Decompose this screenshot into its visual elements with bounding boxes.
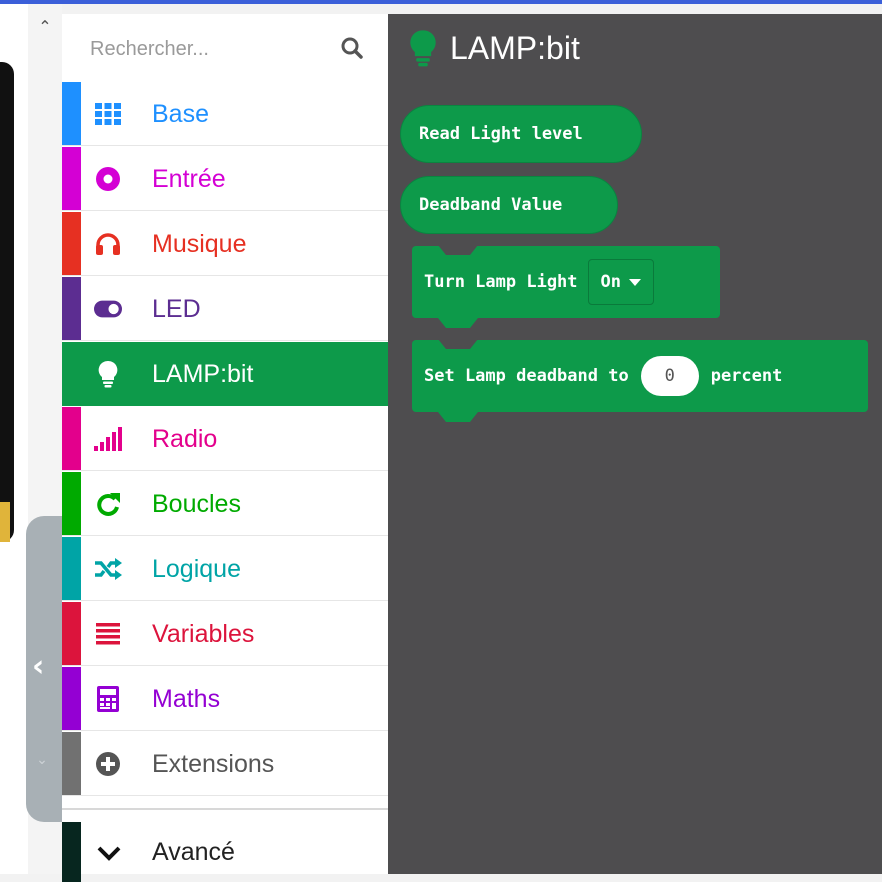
turn-lamp-light-block[interactable]: Turn Lamp Light On [412, 245, 720, 328]
block-label: Turn Lamp Light [424, 272, 578, 292]
block-notch-top [438, 339, 478, 349]
search-icon[interactable] [340, 36, 364, 60]
category-color-bar [62, 472, 81, 535]
category-color-bar [62, 822, 81, 882]
scroll-up-icon[interactable]: ⌃ [36, 18, 54, 36]
block-notch-bottom [438, 412, 478, 422]
block-suffix-label: percent [710, 366, 783, 386]
category-label: Musique [152, 230, 247, 258]
flyout-header: LAMP:bit [408, 26, 580, 70]
category-color-bar [62, 147, 81, 210]
record-icon [94, 165, 122, 193]
plus-circle-icon [94, 750, 122, 778]
toolbox: Base Entrée Musique LED [62, 14, 388, 882]
simulator-device-edge [0, 62, 14, 542]
top-accent-line [0, 0, 882, 4]
category-color-bar [62, 277, 81, 340]
toolbox-category-maths[interactable]: Maths [62, 667, 388, 731]
calculator-icon [94, 685, 122, 713]
category-color-bar [62, 407, 81, 470]
grid-icon [94, 100, 122, 128]
category-label: Entrée [152, 165, 226, 193]
search-input[interactable] [88, 32, 322, 66]
block-notch-bottom [438, 318, 478, 328]
toggle-icon [94, 295, 122, 323]
toolbox-scrollbar[interactable]: ⌃ ‹ ⌄ [26, 4, 62, 874]
simulator-panel-edge [0, 4, 28, 874]
caret-down-icon [629, 278, 642, 286]
toolbox-category-radio[interactable]: Radio [62, 407, 388, 471]
toolbox-search [62, 14, 388, 82]
category-color-bar [62, 667, 81, 730]
block-label: Read Light level [419, 124, 583, 144]
category-label: Boucles [152, 490, 241, 518]
category-label: Maths [152, 685, 221, 713]
read-light-level-block[interactable]: Read Light level [400, 105, 642, 163]
lightbulb-icon [94, 360, 122, 388]
category-label: Variables [152, 620, 255, 648]
toolbox-category-led[interactable]: LED [62, 277, 388, 341]
toolbox-category-base[interactable]: Base [62, 82, 388, 146]
block-label: Deadband Value [419, 195, 563, 215]
toolbox-category-boucles[interactable]: Boucles [62, 472, 388, 536]
category-label: LAMP:bit [152, 360, 254, 388]
category-label: LED [152, 295, 201, 323]
dropdown-value: On [600, 272, 622, 292]
deadband-value-block[interactable]: Deadband Value [400, 176, 618, 234]
headphones-icon [94, 230, 122, 258]
toolbox-category-logique[interactable]: Logique [62, 537, 388, 601]
toolbox-category-extensions[interactable]: Extensions [62, 732, 388, 796]
category-label: Extensions [152, 750, 275, 778]
blocks-flyout: LAMP:bit Read Light level Deadband Value… [388, 14, 882, 874]
lightbulb-icon [410, 30, 436, 67]
set-lamp-deadband-block[interactable]: Set Lamp deadband to 0 percent [412, 339, 868, 422]
advanced-label: Avancé [152, 838, 235, 866]
category-color-bar [62, 602, 81, 665]
category-color-bar [62, 82, 81, 145]
toolbox-category-entree[interactable]: Entrée [62, 147, 388, 211]
scroll-down-icon[interactable]: ⌄ [32, 752, 52, 772]
advanced-separator [62, 808, 388, 810]
toolbox-category-musique[interactable]: Musique [62, 212, 388, 276]
chevron-down-icon [97, 846, 121, 861]
category-label: Logique [152, 555, 241, 583]
toolbox-category-lampbit[interactable]: LAMP:bit [62, 342, 388, 406]
category-color-bar [62, 732, 81, 795]
chevron-left-icon: ‹ [32, 649, 45, 684]
collapse-simulator-handle[interactable]: ‹ ⌄ [26, 516, 62, 822]
category-label: Base [152, 100, 209, 128]
lamp-state-dropdown[interactable]: On [587, 259, 655, 305]
deadband-number-input[interactable]: 0 [640, 356, 699, 396]
category-label: Radio [152, 425, 218, 453]
block-notch-top [438, 245, 478, 255]
flyout-title: LAMP:bit [450, 29, 580, 66]
loop-arrow-icon [94, 490, 122, 518]
category-color-bar [62, 212, 81, 275]
category-color-bar [62, 537, 81, 600]
list-lines-icon [94, 620, 122, 648]
category-color-bar [62, 342, 81, 405]
toolbox-category-variables[interactable]: Variables [62, 602, 388, 666]
signal-bars-icon [94, 425, 122, 453]
shuffle-icon [94, 555, 122, 583]
block-label: Set Lamp deadband to [424, 366, 629, 386]
toolbox-advanced-toggle[interactable]: Avancé [62, 822, 388, 882]
